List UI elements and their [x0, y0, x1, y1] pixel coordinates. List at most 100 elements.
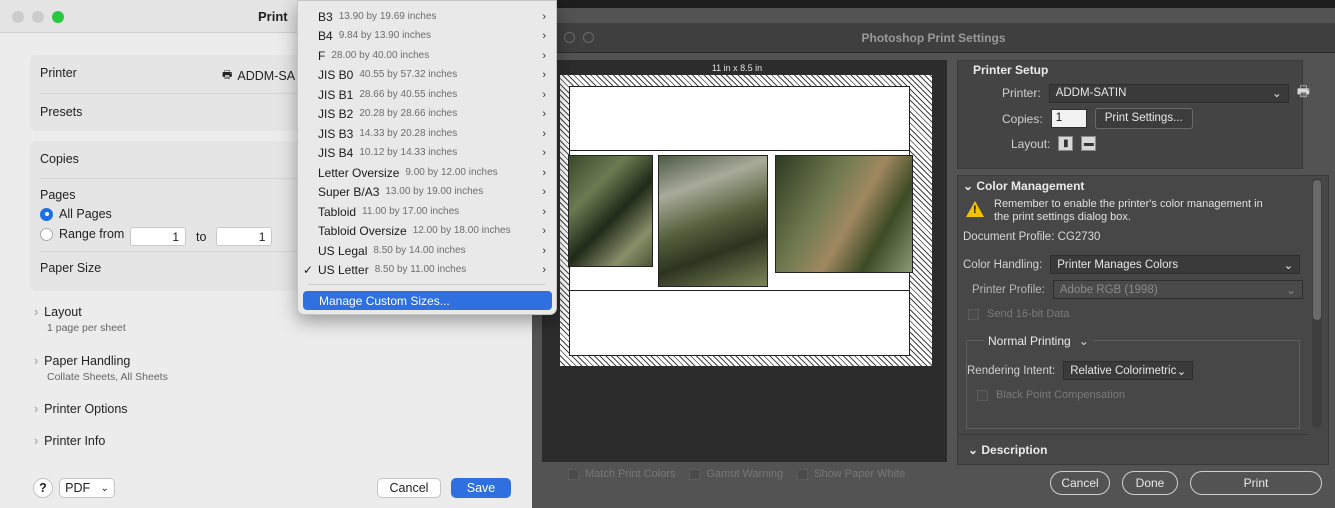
layout-title: Layout	[44, 305, 82, 319]
gamut-warning-checkbox[interactable]: Gamut Warning	[689, 468, 783, 480]
menu-item-b4[interactable]: B4 9.84 by 13.90 inches ›	[298, 26, 556, 45]
description-toggle[interactable]: ⌄ Description	[968, 443, 1047, 457]
presets-row[interactable]: Presets	[40, 105, 82, 119]
preview-photo-2	[658, 155, 768, 287]
chevron-right-icon: ›	[542, 263, 546, 276]
save-button[interactable]: Save	[451, 478, 511, 498]
color-management-toggle[interactable]: ⌄ Color Management	[963, 179, 1084, 193]
chevron-right-icon: ›	[542, 166, 546, 179]
ps-copies-input[interactable]: 1	[1050, 109, 1087, 128]
preview-options: Match Print Colors Gamut Warning Show Pa…	[568, 468, 905, 480]
chevron-right-icon: ›	[542, 224, 546, 237]
ps-print-button[interactable]: Print	[1190, 471, 1322, 495]
menu-item-jis-b0[interactable]: JIS B0 40.55 by 57.32 inches ›	[298, 65, 556, 84]
menu-item-us-letter[interactable]: ✓ US Letter 8.50 by 11.00 inches ›	[298, 260, 556, 279]
menu-item-name: JIS B2	[318, 106, 354, 121]
chevron-right-icon: ›	[542, 10, 546, 23]
menu-item-jis-b1[interactable]: JIS B1 28.66 by 40.55 inches ›	[298, 85, 556, 104]
pdf-menu-button[interactable]: PDF ⌄	[59, 478, 115, 498]
range-from-field[interactable]: 1	[130, 227, 186, 246]
color-management-title: Color Management	[976, 179, 1085, 193]
paper-handling-subtitle: Collate Sheets, All Sheets	[47, 371, 168, 383]
printer-profile-row: Printer Profile: Adobe RGB (1998) ⌄	[972, 280, 1303, 299]
printer-icon: 🖶	[222, 69, 233, 81]
portrait-layout-icon[interactable]: ▮	[1058, 136, 1074, 151]
settings-scrollbar[interactable]	[1312, 178, 1322, 428]
menu-item-dims: 20.28 by 28.66 inches	[359, 108, 458, 119]
ps-footer-buttons: Cancel Done Print	[1050, 471, 1322, 495]
chevron-right-icon: ›	[542, 49, 546, 62]
menu-item-tabloid-oversize[interactable]: Tabloid Oversize 12.00 by 18.00 inches ›	[298, 221, 556, 240]
show-paper-white-checkbox[interactable]: Show Paper White	[797, 468, 905, 480]
menu-item-letter-oversize[interactable]: Letter Oversize 9.00 by 12.00 inches ›	[298, 163, 556, 182]
pdf-label: PDF	[65, 481, 91, 495]
menu-item-dims: 9.84 by 13.90 inches	[338, 30, 431, 41]
presets-label: Presets	[40, 105, 83, 119]
menu-item-jis-b2[interactable]: JIS B2 20.28 by 28.66 inches ›	[298, 104, 556, 123]
printer-select[interactable]: 🖶 ADDM-SA	[222, 66, 295, 85]
warning-icon: !	[966, 201, 984, 217]
close-button[interactable]	[12, 11, 24, 23]
color-handling-row: Color Handling: Printer Manages Colors ⌄	[963, 255, 1301, 274]
radio-selected	[40, 207, 53, 221]
menu-item-f[interactable]: F 28.00 by 40.00 inches ›	[298, 46, 556, 65]
menu-item-dims: 28.00 by 40.00 inches	[331, 50, 430, 61]
menu-item-name: B4	[318, 28, 333, 43]
menu-item-name: JIS B1	[318, 87, 354, 102]
add-printer-icon[interactable]: 🖶	[1297, 81, 1310, 105]
printer-options-title: Printer Options	[44, 402, 128, 416]
range-to-field[interactable]: 1	[216, 227, 273, 246]
description-section: ⌄ Description	[958, 434, 1308, 464]
rendering-intent-select[interactable]: Relative Colorimetric ⌄	[1063, 361, 1194, 380]
checkbox-box	[968, 308, 979, 320]
scroll-thumb[interactable]	[1313, 180, 1321, 320]
match-print-colors-checkbox[interactable]: Match Print Colors	[568, 468, 675, 480]
color-management-section: ⌄ Color Management ! Remember to enable …	[957, 175, 1329, 465]
menu-item-super-b-a3[interactable]: Super B/A3 13.00 by 19.00 inches ›	[298, 182, 556, 201]
printer-setup-title: Printer Setup	[973, 63, 1049, 77]
minimize-button[interactable]	[32, 11, 44, 23]
print-settings-button[interactable]: Print Settings...	[1094, 108, 1193, 129]
cancel-button[interactable]: Cancel	[377, 478, 441, 498]
all-pages-radio[interactable]: All Pages	[40, 207, 112, 221]
menu-item-dims: 11.00 by 17.00 inches	[362, 206, 460, 217]
chevron-down-icon: ⌄	[1286, 284, 1296, 297]
menu-item-b3[interactable]: B3 13.90 by 19.69 inches ›	[298, 7, 556, 26]
menu-item-jis-b4[interactable]: JIS B4 10.12 by 14.33 inches ›	[298, 143, 556, 162]
menu-item-jis-b3[interactable]: JIS B3 14.33 by 20.28 inches ›	[298, 124, 556, 143]
color-handling-select[interactable]: Printer Manages Colors ⌄	[1050, 255, 1301, 274]
ps-printer-row: Printer: ADDM-SATIN ⌄ 🖶	[1002, 81, 1310, 105]
ps-layout-label: Layout:	[1011, 136, 1051, 151]
menu-item-tabloid[interactable]: Tabloid 11.00 by 17.00 inches ›	[298, 202, 556, 221]
manage-custom-sizes-label: Manage Custom Sizes...	[319, 293, 450, 308]
manage-custom-sizes-item[interactable]: Manage Custom Sizes...	[303, 291, 552, 310]
help-button[interactable]: ?	[33, 478, 53, 498]
range-radio[interactable]: Range from	[40, 227, 124, 241]
ps-cancel-button[interactable]: Cancel	[1050, 471, 1110, 495]
preview-photo-1	[568, 155, 653, 267]
printer-options-section[interactable]: › Printer Options	[34, 402, 128, 416]
range-fields: 1 to 1	[130, 227, 273, 246]
ps-copies-row: Copies: 1 Print Settings...	[1002, 108, 1193, 129]
color-handling-value: Printer Manages Colors	[1057, 258, 1179, 271]
paper-size-label: 11 in x 8.5 in	[711, 63, 763, 73]
printer-info-section[interactable]: › Printer Info	[34, 434, 105, 448]
menu-item-name: US Legal	[318, 243, 368, 258]
chevron-right-icon: ›	[34, 305, 39, 319]
layout-section[interactable]: › Layout 1 page per sheet	[34, 305, 126, 334]
menu-item-dims: 13.90 by 19.69 inches	[338, 11, 437, 22]
paper-handling-section[interactable]: › Paper Handling Collate Sheets, All Shee…	[34, 354, 168, 383]
image-area[interactable]	[568, 150, 913, 291]
zoom-button[interactable]	[52, 11, 64, 23]
landscape-layout-icon[interactable]: ▬	[1081, 136, 1097, 151]
dialog-title: Print	[258, 9, 288, 24]
ps-window-title: Photoshop Print Settings	[861, 31, 1006, 45]
chevron-down-icon: ⌄	[1176, 365, 1187, 378]
normal-printing-dropdown[interactable]: Normal Printing ⌄	[984, 334, 1093, 348]
paper-size-row[interactable]: Paper Size	[40, 261, 101, 275]
menu-item-us-legal[interactable]: US Legal 8.50 by 14.00 inches ›	[298, 241, 556, 260]
ps-done-button[interactable]: Done	[1122, 471, 1178, 495]
menu-item-dims: 28.66 by 40.55 inches	[359, 89, 458, 100]
chevron-right-icon: ›	[542, 244, 546, 257]
ps-printer-select[interactable]: ADDM-SATIN ⌄	[1048, 83, 1289, 103]
